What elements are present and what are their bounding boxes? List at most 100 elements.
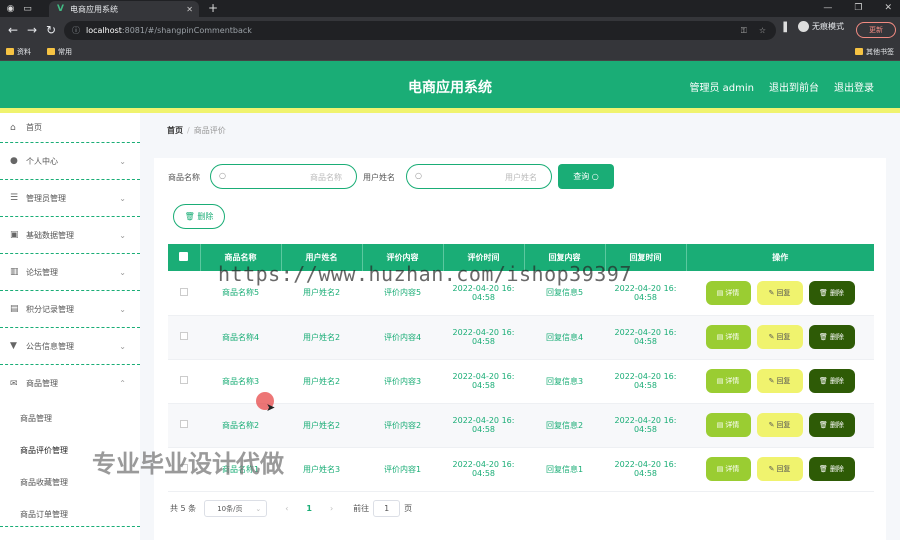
sidebar-divider [0, 526, 140, 527]
user-name-input[interactable]: ○ 用户姓名 [406, 164, 552, 189]
bookmark-folder-ziliao[interactable]: 资料 [6, 47, 31, 57]
sidebar-item-basedata[interactable]: ▣ 基础数据管理 ⌄ [0, 217, 140, 254]
row-checkbox[interactable] [180, 287, 188, 296]
sidebar-item-points[interactable]: ▤ 积分记录管理 ⌄ [0, 291, 140, 328]
edit-icon: ✎ [768, 333, 775, 341]
sidebar-toggle-icon[interactable]: ▐ [780, 23, 787, 33]
tab-title: 电商应用系统 [69, 4, 118, 14]
query-button[interactable]: 查询 ○ [558, 164, 614, 189]
logout-link[interactable]: 退出登录 [834, 79, 874, 94]
reply-time-cell: 2022-04-20 16: 04:58 [605, 447, 686, 492]
detail-button[interactable]: ▤ 详情 [705, 369, 751, 393]
time-date: 2022-04-20 16: [452, 328, 515, 337]
next-page-icon[interactable]: › [330, 504, 333, 513]
row-select-cell[interactable] [168, 271, 200, 316]
close-window-icon[interactable]: ✕ [884, 0, 892, 17]
goods-name-input[interactable]: ○ 商品名称 [210, 164, 357, 189]
select-all-cell[interactable] [168, 244, 201, 271]
user-name-cell: 用户姓名2 [281, 359, 362, 404]
sidebar-item-notice[interactable]: ▼ 公告信息管理 ⌄ [0, 328, 140, 365]
window-icon[interactable]: ▭ [21, 2, 34, 15]
forward-icon[interactable]: → [26, 23, 38, 37]
address-icons: ⚿ ☆ [741, 26, 766, 36]
browser-tab[interactable]: V 电商应用系统 ✕ [49, 1, 199, 17]
select-all-checkbox[interactable] [179, 252, 189, 261]
chevron-down-icon: ⌄ [119, 156, 126, 166]
row-checkbox[interactable] [180, 376, 188, 384]
breadcrumb-home[interactable]: 首页 [167, 126, 183, 135]
row-select-cell[interactable] [168, 315, 200, 360]
sidebar-item-home[interactable]: ⌂ 首页 [0, 113, 140, 143]
new-tab-icon[interactable]: + [208, 1, 218, 15]
reply-button[interactable]: ✎ 回复 [756, 369, 803, 393]
chevron-down-icon: ⌄ [119, 230, 126, 240]
url-host: localhost [86, 26, 122, 35]
browser-menu-icon[interactable]: ◉ [4, 2, 17, 15]
sidebar-item-forum[interactable]: ▥ 论坛管理 ⌄ [0, 254, 140, 291]
other-bookmarks[interactable]: 其他书签 [855, 47, 894, 57]
row-select-cell[interactable] [168, 403, 200, 448]
page-size-select[interactable]: 10条/页 ⌄ [204, 500, 268, 517]
sidebar-item-admin[interactable]: ☰ 管理员管理 ⌄ [0, 180, 140, 217]
pin-icon: ▼ [10, 341, 17, 351]
bookmark-folder-changyong[interactable]: 常用 [47, 47, 72, 57]
delete-button[interactable]: 🗑 删除 [808, 457, 855, 481]
edit-icon: ✎ [768, 421, 775, 429]
delete-label: 删除 [829, 465, 844, 473]
rtime-clock: 04:58 [633, 469, 658, 478]
reply-label: 回复 [776, 288, 791, 297]
rtime-clock: 04:58 [633, 292, 658, 302]
address-bar[interactable]: ⓘ localhost:8081/#/shangpinCommentback ⚿… [64, 21, 776, 40]
rtime-date: 2022-04-20 16: [614, 460, 677, 469]
time-clock: 04:58 [471, 425, 496, 434]
delete-button[interactable]: 🗑 删除 [808, 325, 855, 349]
chevron-up-icon: ⌃ [119, 379, 126, 388]
update-button[interactable]: 更新 [856, 22, 896, 38]
admin-label: 管理员 admin [689, 83, 754, 94]
prev-page-icon[interactable]: ‹ [285, 504, 288, 513]
text-watermark: 专业毕业设计代做 [92, 450, 284, 478]
current-page[interactable]: 1 [306, 504, 312, 513]
reload-icon[interactable]: ↻ [45, 23, 57, 37]
delete-label: 删除 [829, 377, 844, 385]
star-icon[interactable]: ☆ [759, 26, 766, 36]
reply-time-cell: 2022-04-20 16: 04:58 [605, 403, 686, 448]
actions-cell: ▤ 详情 ✎ 回复 🗑 删除 [686, 271, 874, 316]
sidebar-item-goods[interactable]: ✉ 商品管理 ⌃ [0, 365, 140, 402]
incognito-indicator[interactable]: 无痕模式 [798, 21, 844, 32]
goods-name-cell: 商品名称4 [200, 315, 281, 360]
submenu-goods[interactable]: 商品管理 [0, 402, 140, 434]
goto-input[interactable]: 1 [373, 500, 401, 517]
row-select-cell[interactable] [168, 359, 200, 404]
detail-button[interactable]: ▤ 详情 [705, 280, 751, 305]
reply-button[interactable]: ✎ 回复 [756, 280, 803, 305]
window-controls: — ❐ ✕ [823, 0, 892, 17]
exit-to-front-link[interactable]: 退出到前台 [769, 79, 819, 94]
row-checkbox[interactable] [180, 332, 188, 340]
actions-cell: ▤ 详情 ✎ 回复 🗑 删除 [686, 359, 874, 404]
user-name-cell: 用户姓名2 [281, 403, 362, 448]
sidebar-item-personal[interactable]: ● 个人中心 ⌄ [0, 143, 140, 180]
reply-button[interactable]: ✎ 回复 [756, 413, 803, 437]
user-name-cell: 用户姓名2 [281, 315, 362, 360]
detail-button[interactable]: ▤ 详情 [705, 413, 751, 437]
restore-icon[interactable]: ❐ [854, 0, 862, 17]
sidebar-item-label: 管理员管理 [26, 193, 66, 203]
delete-button[interactable]: 🗑 删除 [808, 280, 855, 305]
edit-icon: ✎ [768, 288, 775, 297]
back-icon[interactable]: ← [7, 23, 19, 37]
bookmark-label: 常用 [58, 47, 72, 56]
row-checkbox[interactable] [180, 420, 188, 428]
close-tab-icon[interactable]: ✕ [186, 5, 193, 14]
reply-button[interactable]: ✎ 回复 [756, 457, 803, 481]
key-icon[interactable]: ⚿ [741, 26, 747, 36]
batch-delete-button[interactable]: 🗑 删除 [173, 204, 225, 229]
detail-button[interactable]: ▤ 详情 [705, 457, 751, 481]
delete-button[interactable]: 🗑 删除 [808, 413, 855, 437]
trash-icon: 🗑 [819, 377, 828, 385]
delete-button[interactable]: 🗑 删除 [808, 369, 855, 393]
reply-button[interactable]: ✎ 回复 [756, 325, 803, 349]
minimize-icon[interactable]: — [823, 0, 832, 17]
url-watermark: https://www.huzhan.com/ishop39397 [218, 262, 632, 286]
detail-button[interactable]: ▤ 详情 [705, 325, 751, 349]
